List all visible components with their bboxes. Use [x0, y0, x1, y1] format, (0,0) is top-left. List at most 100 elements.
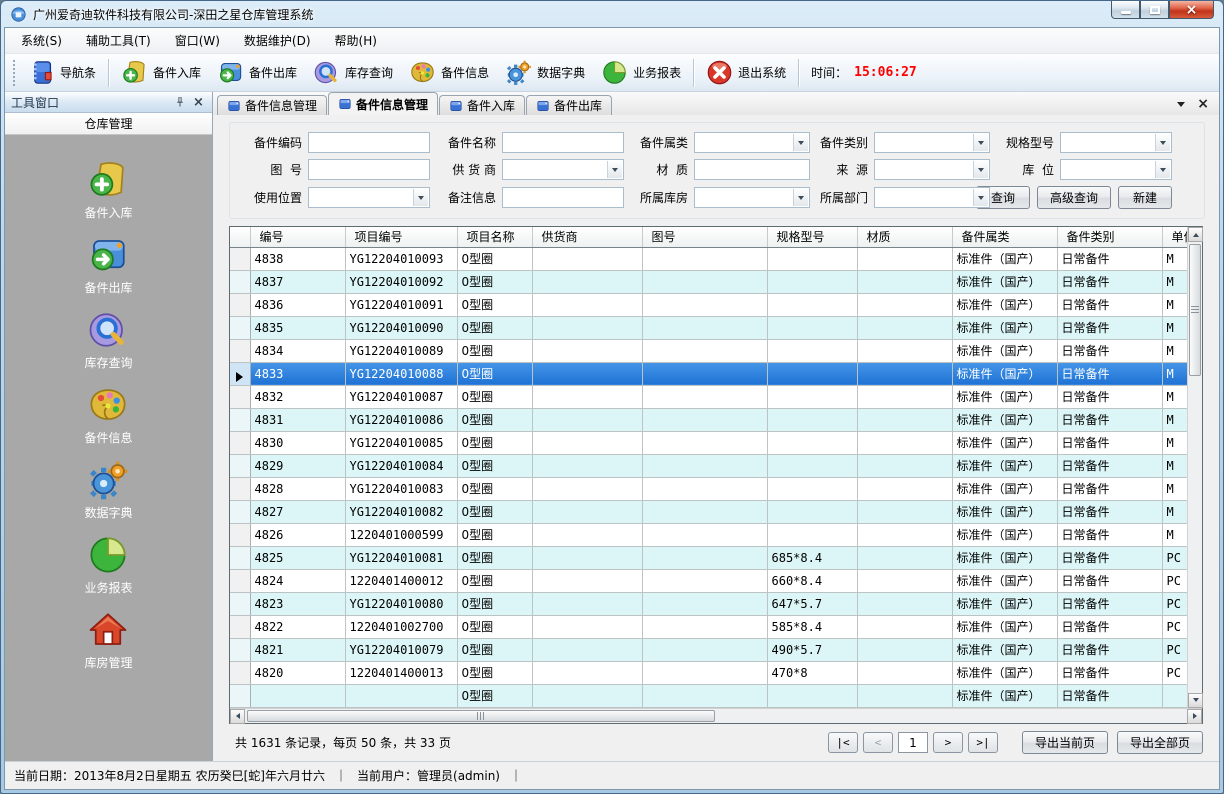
toolbar-exit-system-button[interactable]: 退出系统	[698, 57, 794, 88]
export-all-pages-button[interactable]: 导出全部页	[1117, 731, 1203, 754]
scroll-left-icon[interactable]	[230, 709, 245, 724]
last-page-button[interactable]: >|	[968, 732, 998, 753]
chevron-down-icon[interactable]	[1155, 134, 1170, 151]
table-row[interactable]: 4837YG122040100920型圈标准件（国产）日常备件M	[230, 270, 1187, 293]
chevron-down-icon[interactable]	[1155, 161, 1170, 178]
tab-close-icon[interactable]: ×	[1197, 97, 1209, 111]
table-row-partial[interactable]: 0型圈标准件（国产）日常备件	[230, 684, 1187, 707]
column-header-9[interactable]: 单位	[1162, 227, 1187, 247]
table-row[interactable]: 4829YG122040100840型圈标准件（国产）日常备件M	[230, 454, 1187, 477]
tab-parts-info-mgmt-1[interactable]: 备件信息管理	[217, 95, 327, 115]
scroll-down-icon[interactable]	[1188, 693, 1203, 708]
toolbar-nav-bar-button[interactable]: 导航条	[20, 57, 104, 88]
search-new-button[interactable]: 新建	[1118, 186, 1172, 209]
material-input[interactable]	[694, 159, 810, 180]
column-header-3[interactable]: 供货商	[532, 227, 642, 247]
menu-item-data-maintenance[interactable]: 数据维护(D)	[232, 28, 323, 53]
pin-icon[interactable]	[172, 95, 187, 110]
column-header-6[interactable]: 材质	[857, 227, 952, 247]
chevron-down-icon[interactable]	[607, 161, 622, 178]
chevron-down-icon[interactable]	[413, 189, 428, 206]
menu-item-system[interactable]: 系统(S)	[9, 28, 74, 53]
table-row[interactable]: 4823YG122040100800型圈647*5.7标准件（国产）日常备件PC	[230, 592, 1187, 615]
prev-page-button[interactable]: <	[863, 732, 893, 753]
location-combo[interactable]	[1060, 159, 1172, 180]
toolbar-inventory-query-button[interactable]: 库存查询	[305, 57, 401, 88]
chevron-down-icon[interactable]	[973, 134, 988, 151]
next-page-button[interactable]: >	[933, 732, 963, 753]
warehouse-combo[interactable]	[694, 187, 810, 208]
part-name-input[interactable]	[502, 132, 624, 153]
remark-input[interactable]	[502, 187, 624, 208]
table-row[interactable]: 4833YG122040100880型圈标准件（国产）日常备件M	[230, 362, 1187, 385]
toolbar-grip[interactable]	[12, 59, 17, 86]
scroll-right-icon[interactable]	[1187, 709, 1202, 724]
part-category-combo[interactable]	[694, 132, 810, 153]
department-combo[interactable]	[874, 187, 990, 208]
menu-item-help[interactable]: 帮助(H)	[323, 28, 389, 53]
spec-model-combo[interactable]	[1060, 132, 1172, 153]
toolbar-parts-info-button[interactable]: 备件信息	[401, 57, 497, 88]
sidebar-item-parts-out[interactable]: 备件出库	[84, 234, 132, 296]
column-header-7[interactable]: 备件属类	[952, 227, 1057, 247]
table-row[interactable]: 4832YG122040100870型圈标准件（国产）日常备件M	[230, 385, 1187, 408]
sidebar-item-business-report[interactable]: 业务报表	[84, 534, 132, 596]
table-row[interactable]: 4836YG122040100910型圈标准件（国产）日常备件M	[230, 293, 1187, 316]
menu-item-window[interactable]: 窗口(W)	[163, 28, 232, 53]
sidebar-item-parts-info[interactable]: 备件信息	[84, 384, 132, 446]
toolbar-parts-in-button[interactable]: 备件入库	[113, 57, 209, 88]
column-header-1[interactable]: 项目编号	[345, 227, 457, 247]
supplier-combo[interactable]	[502, 159, 624, 180]
table-row[interactable]: 4838YG122040100930型圈标准件（国产）日常备件M	[230, 247, 1187, 270]
tab-list-chevron-down-icon[interactable]	[1177, 102, 1185, 107]
menu-item-aux-tools[interactable]: 辅助工具(T)	[74, 28, 163, 53]
table-row[interactable]: 4835YG122040100900型圈标准件（国产）日常备件M	[230, 316, 1187, 339]
table-row[interactable]: 4834YG122040100890型圈标准件（国产）日常备件M	[230, 339, 1187, 362]
tab-parts-info-mgmt-2[interactable]: 备件信息管理	[328, 92, 438, 115]
toolbar-data-dictionary-button[interactable]: 数据字典	[497, 57, 593, 88]
column-header-4[interactable]: 图号	[642, 227, 767, 247]
table-row[interactable]: 4821YG122040100790型圈490*5.7标准件（国产）日常备件PC	[230, 638, 1187, 661]
scroll-up-icon[interactable]	[1188, 227, 1203, 242]
horizontal-scrollbar[interactable]	[230, 708, 1202, 723]
toolbar-parts-out-button[interactable]: 备件出库	[209, 57, 305, 88]
column-header-8[interactable]: 备件类别	[1057, 227, 1162, 247]
sidebar-item-data-dictionary[interactable]: 数据字典	[84, 459, 132, 521]
column-header-2[interactable]: 项目名称	[457, 227, 532, 247]
tool-window-close-icon[interactable]: ×	[191, 95, 206, 110]
sidebar-item-warehouse-mgmt[interactable]: 库房管理	[84, 609, 132, 671]
vertical-scroll-thumb[interactable]	[1189, 244, 1201, 376]
table-row[interactable]: 4831YG122040100860型圈标准件（国产）日常备件M	[230, 408, 1187, 431]
toolbar-business-report-button[interactable]: 业务报表	[593, 57, 689, 88]
table-row[interactable]: 4827YG122040100820型圈标准件（国产）日常备件M	[230, 500, 1187, 523]
horizontal-scroll-thumb[interactable]	[247, 710, 715, 722]
chevron-down-icon[interactable]	[793, 189, 808, 206]
table-row[interactable]: 482612204010005990型圈标准件（国产）日常备件M	[230, 523, 1187, 546]
drawing-no-input[interactable]	[308, 159, 430, 180]
maximize-button[interactable]	[1140, 1, 1169, 19]
part-type-combo[interactable]	[874, 132, 990, 153]
part-code-input[interactable]	[308, 132, 430, 153]
vertical-scrollbar[interactable]	[1187, 227, 1202, 708]
search-advanced-query-button[interactable]: 高级查询	[1037, 186, 1111, 209]
table-row[interactable]: 4830YG122040100850型圈标准件（国产）日常备件M	[230, 431, 1187, 454]
sidebar-item-inventory-query[interactable]: 库存查询	[84, 309, 132, 371]
table-row[interactable]: 482412204014000120型圈660*8.4标准件（国产）日常备件PC	[230, 569, 1187, 592]
table-row[interactable]: 4825YG122040100810型圈685*8.4标准件（国产）日常备件PC	[230, 546, 1187, 569]
table-row[interactable]: 482212204010027000型圈585*8.4标准件（国产）日常备件PC	[230, 615, 1187, 638]
page-number-input[interactable]	[898, 732, 928, 753]
source-combo[interactable]	[874, 159, 990, 180]
chevron-down-icon[interactable]	[793, 134, 808, 151]
chevron-down-icon[interactable]	[973, 161, 988, 178]
column-header-5[interactable]: 规格型号	[767, 227, 857, 247]
minimize-button[interactable]	[1111, 1, 1140, 19]
table-row[interactable]: 4828YG122040100830型圈标准件（国产）日常备件M	[230, 477, 1187, 500]
sidebar-item-parts-in[interactable]: 备件入库	[84, 159, 132, 221]
usage-position-combo[interactable]	[308, 187, 430, 208]
export-current-page-button[interactable]: 导出当前页	[1022, 731, 1108, 754]
chevron-down-icon[interactable]	[973, 189, 988, 206]
close-button[interactable]: ×	[1169, 1, 1214, 19]
table-row[interactable]: 482012204014000130型圈470*8标准件（国产）日常备件PC	[230, 661, 1187, 684]
first-page-button[interactable]: |<	[828, 732, 858, 753]
tab-parts-out[interactable]: 备件出库	[526, 95, 612, 115]
